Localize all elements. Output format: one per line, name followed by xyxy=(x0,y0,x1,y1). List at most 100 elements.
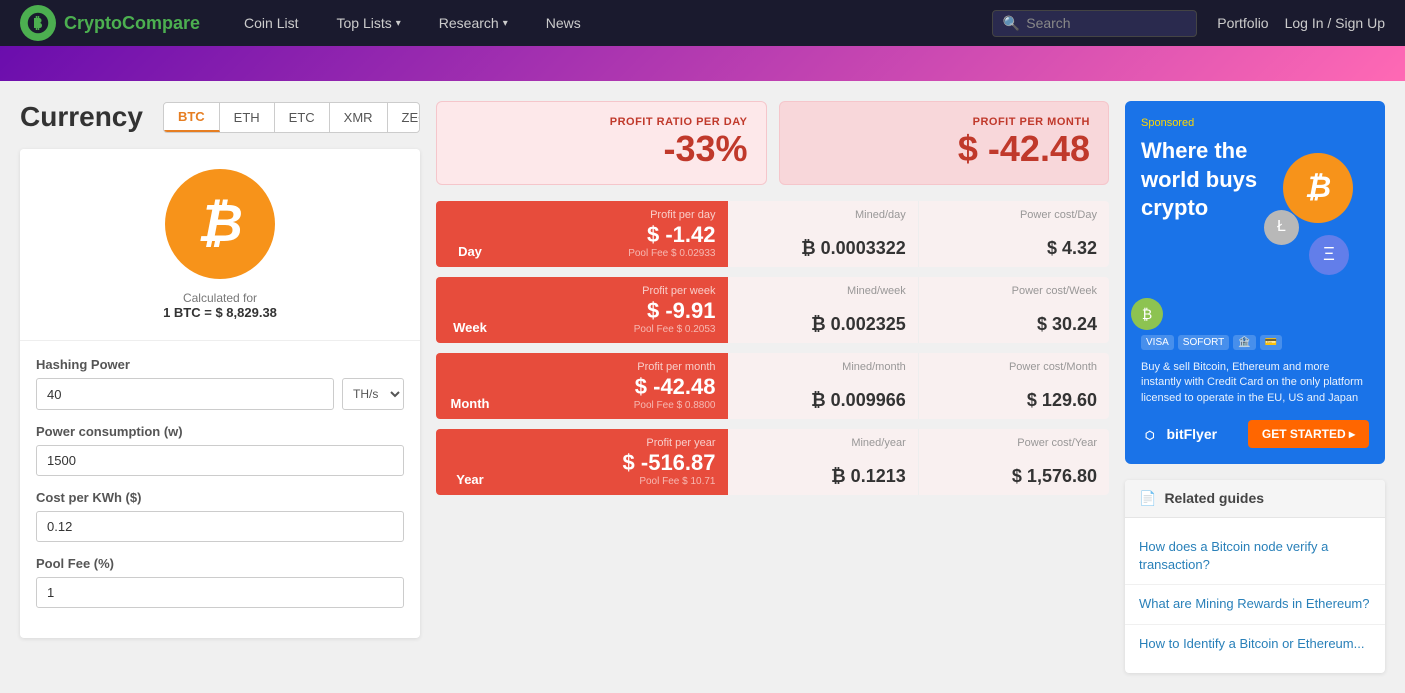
mined-value: ₿ 0.1213 xyxy=(740,466,906,487)
pool-fee-label: Pool Fee $ 0.2053 xyxy=(516,324,716,335)
right-panel: Sponsored Where the world buys crypto ₿ … xyxy=(1125,101,1385,673)
logo-text: CryptoCompare xyxy=(64,13,200,34)
card-icon: 💳 xyxy=(1260,335,1282,350)
hashing-power-label: Hashing Power xyxy=(36,357,404,372)
power-consumption-label: Power consumption (w) xyxy=(36,424,404,439)
power-value: $ 4.32 xyxy=(931,238,1097,259)
profit-label: Profit per week xyxy=(516,285,716,297)
login-link[interactable]: Log In / Sign Up xyxy=(1285,15,1385,31)
ad-payment-icons: VISA SOFORT 🏦 💳 xyxy=(1141,335,1369,350)
ad-title: Where the world buys crypto xyxy=(1141,137,1291,223)
left-panel: Currency BTC ETH ETC XMR ZEC DASH LTC ₿ … xyxy=(20,101,420,673)
ad-ltc-icon: Ł xyxy=(1264,210,1299,245)
tab-btc[interactable]: BTC xyxy=(164,103,220,132)
profit-ratio-label: PROFIT RATIO PER DAY xyxy=(455,116,748,128)
list-item[interactable]: How to Identify a Bitcoin or Ethereum... xyxy=(1125,625,1385,663)
mined-label: Mined/month xyxy=(740,361,906,373)
pool-fee-label: Pool Fee (%) xyxy=(36,556,404,571)
tab-eth[interactable]: ETH xyxy=(220,103,275,132)
main-container: Currency BTC ETH ETC XMR ZEC DASH LTC ₿ … xyxy=(0,81,1405,693)
middle-panel: PROFIT RATIO PER DAY -33% PROFIT PER MON… xyxy=(436,101,1109,673)
ad-cta-button[interactable]: GET STARTED ▸ xyxy=(1248,420,1369,448)
period-cell: Day xyxy=(436,201,504,267)
profit-value: $ -42.48 xyxy=(516,374,716,400)
ad-sponsored-label: Sponsored xyxy=(1141,117,1369,129)
list-item[interactable]: How does a Bitcoin node verify a transac… xyxy=(1125,528,1385,585)
ad-brand-text: bitFlyer xyxy=(1167,426,1218,442)
related-guides-list: How does a Bitcoin node verify a transac… xyxy=(1125,518,1385,673)
power-consumption-input[interactable] xyxy=(36,445,404,476)
mined-label: Mined/day xyxy=(740,209,906,221)
calc-form: Hashing Power TH/s GH/s MH/s Power consu… xyxy=(20,340,420,638)
currency-tabs: BTC ETH ETC XMR ZEC DASH LTC xyxy=(163,102,420,133)
btc-logo: ₿ xyxy=(165,169,275,279)
chevron-down-icon: ▾ xyxy=(396,18,401,29)
pool-fee-input[interactable] xyxy=(36,577,404,608)
profit-cell: Profit per week $ -9.91 Pool Fee $ 0.205… xyxy=(504,277,728,343)
ad-brand-name: ⬡ bitFlyer xyxy=(1141,426,1217,442)
currency-header: Currency BTC ETH ETC XMR ZEC DASH LTC xyxy=(20,101,420,133)
related-guides-card: 📄 Related guides How does a Bitcoin node… xyxy=(1125,480,1385,673)
power-value: $ 30.24 xyxy=(931,314,1097,335)
profit-summary-row: PROFIT RATIO PER DAY -33% PROFIT PER MON… xyxy=(436,101,1109,185)
sofort-icon: SOFORT xyxy=(1178,335,1229,350)
calculator-card: ₿ Calculated for 1 BTC = $ 8,829.38 Hash… xyxy=(20,149,420,638)
search-icon: 🔍 xyxy=(1003,15,1020,32)
document-icon: 📄 xyxy=(1139,490,1156,507)
chevron-down-icon: ▾ xyxy=(503,18,508,29)
ad-card[interactable]: Sponsored Where the world buys crypto ₿ … xyxy=(1125,101,1385,464)
tab-etc[interactable]: ETC xyxy=(275,103,330,132)
bank-icon: 🏦 xyxy=(1233,335,1255,350)
mined-cell: Mined/month ₿ 0.009966 xyxy=(728,353,919,419)
hashing-power-group: Hashing Power TH/s GH/s MH/s xyxy=(36,357,404,410)
cost-kwh-label: Cost per KWh ($) xyxy=(36,490,404,505)
btc-symbol: ₿ xyxy=(197,194,243,254)
cost-kwh-group: Cost per KWh ($) xyxy=(36,490,404,542)
mined-value: ₿ 0.009966 xyxy=(740,390,906,411)
profit-cell: Profit per month $ -42.48 Pool Fee $ 0.8… xyxy=(504,353,728,419)
nav-research-label: Research xyxy=(439,15,499,31)
related-guides-header: 📄 Related guides xyxy=(1125,480,1385,518)
tab-xmr[interactable]: XMR xyxy=(330,103,388,132)
logo-icon xyxy=(20,5,56,41)
logo[interactable]: CryptoCompare xyxy=(20,5,200,41)
mined-value: ₿ 0.0003322 xyxy=(740,238,906,259)
pool-fee-label: Pool Fee $ 0.02933 xyxy=(516,248,716,259)
table-row: Month Profit per month $ -42.48 Pool Fee… xyxy=(436,353,1109,419)
list-item[interactable]: What are Mining Rewards in Ethereum? xyxy=(1125,585,1385,624)
hashing-power-input[interactable] xyxy=(36,378,334,410)
btc-price: 1 BTC = $ 8,829.38 xyxy=(163,305,277,320)
nav-coin-list[interactable]: Coin List xyxy=(230,0,312,46)
table-row: Year Profit per year $ -516.87 Pool Fee … xyxy=(436,429,1109,495)
profit-ratio-value: -33% xyxy=(455,128,748,170)
pool-fee-label: Pool Fee $ 10.71 xyxy=(516,476,716,487)
search-box: 🔍 xyxy=(992,10,1197,37)
tab-zec[interactable]: ZEC xyxy=(388,103,420,132)
nav-research[interactable]: Research ▾ xyxy=(425,0,522,46)
cost-kwh-input[interactable] xyxy=(36,511,404,542)
visa-icon: VISA xyxy=(1141,335,1174,350)
ad-btc-icon: ₿ xyxy=(1283,153,1353,223)
nav-news[interactable]: News xyxy=(532,0,595,46)
logo-text-compare: Compare xyxy=(122,13,200,33)
nav-top-lists[interactable]: Top Lists ▾ xyxy=(323,0,415,46)
profit-value: $ -9.91 xyxy=(516,298,716,324)
period-cell: Year xyxy=(436,429,504,495)
profit-month-box: PROFIT PER MONTH $ -42.48 xyxy=(779,101,1110,185)
search-input[interactable] xyxy=(1026,15,1186,31)
pool-fee-label: Pool Fee $ 0.8800 xyxy=(516,400,716,411)
nav-right: Portfolio Log In / Sign Up xyxy=(1217,15,1385,31)
portfolio-link[interactable]: Portfolio xyxy=(1217,15,1268,31)
bitflyer-logo-icon: ⬡ xyxy=(1141,428,1159,444)
mined-label: Mined/year xyxy=(740,437,906,449)
ad-eth-icon: Ξ xyxy=(1309,235,1349,275)
data-rows-section: Day Profit per day $ -1.42 Pool Fee $ 0.… xyxy=(436,201,1109,495)
btc-icon-area: ₿ Calculated for 1 BTC = $ 8,829.38 xyxy=(20,149,420,340)
table-row: Day Profit per day $ -1.42 Pool Fee $ 0.… xyxy=(436,201,1109,267)
hashing-power-unit-select[interactable]: TH/s GH/s MH/s xyxy=(342,378,404,410)
profit-month-label: PROFIT PER MONTH xyxy=(798,116,1091,128)
profit-label: Profit per month xyxy=(516,361,716,373)
nav-top-lists-label: Top Lists xyxy=(337,15,392,31)
table-row: Week Profit per week $ -9.91 Pool Fee $ … xyxy=(436,277,1109,343)
power-label: Power cost/Year xyxy=(931,437,1097,449)
